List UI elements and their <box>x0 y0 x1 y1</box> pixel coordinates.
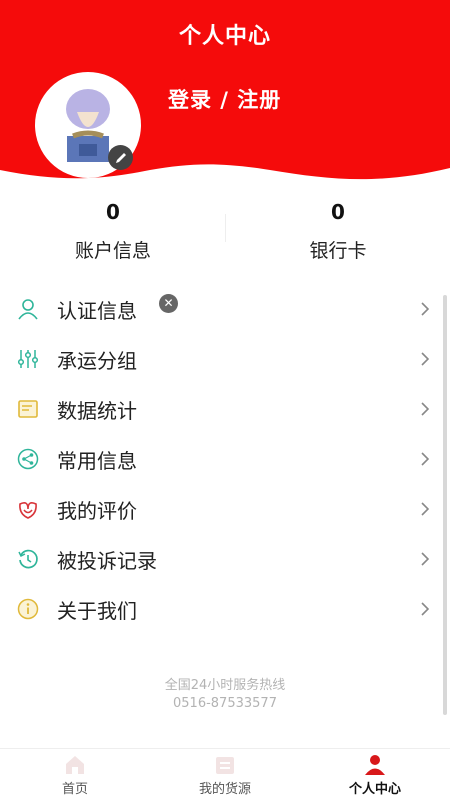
chevron-right-icon <box>421 352 430 366</box>
menu-item-complaint-records[interactable]: 被投诉记录 <box>0 534 450 584</box>
stat-label: 银行卡 <box>309 240 367 262</box>
person-icon <box>17 298 39 320</box>
menu-item-label: 认证信息 <box>57 298 137 323</box>
service-hotline: 全国24小时服务热线 0516-87533577 <box>0 677 450 713</box>
menu-item-label: 关于我们 <box>57 598 137 623</box>
chevron-right-icon <box>421 552 430 566</box>
tab-my-cargo[interactable]: 我的货源 <box>150 749 300 801</box>
menu-item-about-us[interactable]: 关于我们 <box>0 584 450 634</box>
flower-icon <box>17 498 39 520</box>
menu-item-certification[interactable]: 认证信息 ✕ <box>0 284 450 334</box>
menu-item-statistics[interactable]: 数据统计 <box>0 384 450 434</box>
chevron-right-icon <box>421 452 430 466</box>
login-register-link[interactable]: 登录 / 注册 <box>168 84 281 114</box>
hotline-label: 全国24小时服务热线 <box>164 678 286 693</box>
tab-home[interactable]: 首页 <box>0 749 150 801</box>
cargo-icon <box>216 757 234 774</box>
chevron-right-icon <box>421 402 430 416</box>
pencil-icon <box>115 152 126 163</box>
menu-item-label: 常用信息 <box>57 448 137 473</box>
chevron-right-icon <box>421 502 430 516</box>
scrollbar[interactable] <box>443 295 447 715</box>
close-icon[interactable]: ✕ <box>159 294 178 313</box>
menu-item-label: 我的评价 <box>57 498 137 523</box>
menu-item-carrier-group[interactable]: 承运分组 <box>0 334 450 384</box>
stat-value: 0 <box>106 200 120 224</box>
note-icon <box>17 398 39 420</box>
sliders-icon <box>17 348 39 370</box>
tab-label: 个人中心 <box>348 782 401 797</box>
chevron-right-icon <box>421 302 430 316</box>
share-icon <box>17 448 39 470</box>
menu-item-label: 承运分组 <box>57 348 137 373</box>
stat-bank-card[interactable]: 0 银行卡 <box>263 200 413 263</box>
menu-item-my-reviews[interactable]: 我的评价 <box>0 484 450 534</box>
menu-item-common-info[interactable]: 常用信息 <box>0 434 450 484</box>
edit-avatar-button[interactable] <box>108 145 133 170</box>
stat-account-info[interactable]: 0 账户信息 <box>38 200 188 263</box>
menu-item-label: 被投诉记录 <box>57 548 157 573</box>
tab-label: 我的货源 <box>198 782 251 797</box>
person-icon <box>365 755 385 775</box>
stat-value: 0 <box>331 200 345 224</box>
home-icon <box>66 756 84 774</box>
chevron-right-icon <box>421 602 430 616</box>
account-stats: 0 账户信息 0 银行卡 <box>0 200 450 270</box>
bottom-tab-bar: 首页 我的货源 个人中心 <box>0 748 450 801</box>
info-icon <box>17 598 39 620</box>
page-title: 个人中心 <box>178 24 271 49</box>
tab-profile[interactable]: 个人中心 <box>300 749 450 801</box>
hotline-number[interactable]: 0516-87533577 <box>0 695 450 713</box>
tab-label: 首页 <box>61 782 88 797</box>
profile-header: 个人中心 登录 / 注册 <box>0 0 450 185</box>
stat-divider <box>225 214 226 242</box>
stat-label: 账户信息 <box>74 240 151 262</box>
history-icon <box>17 548 39 570</box>
menu-item-label: 数据统计 <box>57 398 137 423</box>
profile-menu: 认证信息 ✕ 承运分组 数据统计 常用信息 我的评价 被投诉记录 关于我们 <box>0 284 450 634</box>
